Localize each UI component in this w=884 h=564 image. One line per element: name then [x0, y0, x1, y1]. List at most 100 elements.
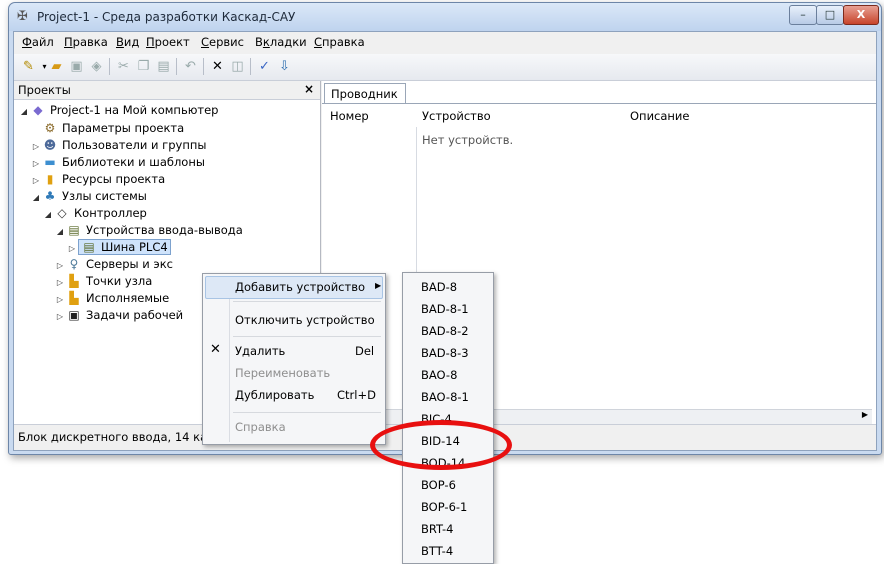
- tree-expanded-icon[interactable]: ◢: [42, 210, 54, 219]
- tree-node-tasks[interactable]: ▷ ▣ Задачи рабочей: [54, 308, 183, 325]
- menu-tabs-rest: ладки: [269, 35, 307, 49]
- column-header-number[interactable]: Номер: [330, 109, 369, 123]
- resources-icon: ▮: [46, 172, 54, 186]
- io-device-icon: ▤: [68, 223, 80, 237]
- submenu-item[interactable]: BAO-8: [421, 368, 457, 382]
- tree-node-project-params[interactable]: ⚙ Параметры проекта: [42, 121, 185, 138]
- tree-node-controller[interactable]: ◢ ◇ Контроллер: [42, 206, 147, 223]
- cut-icon[interactable]: ✂: [115, 58, 132, 75]
- tree-collapsed-icon[interactable]: ▷: [30, 176, 42, 185]
- menu-file[interactable]: Файл: [22, 35, 54, 49]
- tree-collapsed-icon[interactable]: ▷: [54, 261, 66, 270]
- menu-help-rest: правка: [322, 35, 365, 49]
- paste-icon[interactable]: ▤: [155, 58, 172, 75]
- new-item-icon[interactable]: ✎: [20, 58, 37, 75]
- submenu-item[interactable]: BAD-8-2: [421, 324, 469, 338]
- column-header-device[interactable]: Устройство: [422, 109, 491, 123]
- tree-node-libraries[interactable]: ▷ ▬ Библиотеки и шаблоны: [30, 155, 205, 172]
- submenu-item[interactable]: BAD-8: [421, 280, 457, 294]
- tree-node-executables[interactable]: ▷ ▙ Исполняемые: [54, 291, 169, 308]
- highlight-ring: [370, 420, 512, 470]
- submenu-item[interactable]: BTT-4: [421, 544, 453, 558]
- tree-node-io-devices[interactable]: ◢ ▤ Устройства ввода-вывода: [54, 223, 243, 240]
- tree-collapsed-icon[interactable]: ▷: [66, 244, 78, 253]
- users-icon: ☻: [43, 138, 57, 152]
- tree-node-label: Параметры проекта: [62, 121, 185, 135]
- submenu-item[interactable]: BOP-6: [421, 478, 456, 492]
- save-all-icon[interactable]: ◈: [88, 58, 105, 75]
- menu-service[interactable]: Сервис: [201, 35, 244, 49]
- menu-file-mnemonic: Ф: [22, 35, 32, 49]
- tree-collapsed-icon[interactable]: ▷: [54, 312, 66, 321]
- tree-expanded-icon[interactable]: ◢: [54, 227, 66, 236]
- copy-icon[interactable]: ❐: [135, 58, 152, 75]
- download-icon[interactable]: ⇩: [276, 58, 293, 75]
- minimize-button[interactable]: –: [789, 5, 817, 25]
- tree-collapsed-icon[interactable]: ▷: [30, 142, 42, 151]
- tree-node-system-nodes[interactable]: ◢ ♣ Узлы системы: [30, 189, 147, 206]
- submenu-item[interactable]: BRT-4: [421, 522, 453, 536]
- menu-item-disable-device[interactable]: Отключить устройство: [235, 313, 375, 327]
- save-icon[interactable]: ▣: [68, 58, 85, 75]
- submenu-item[interactable]: BAO-8-1: [421, 390, 469, 404]
- tree-node-points[interactable]: ▷ ▙ Точки узла: [54, 274, 152, 291]
- tree-expanded-icon[interactable]: ◢: [30, 193, 42, 202]
- spellcheck-icon[interactable]: ✓: [256, 58, 273, 75]
- undo-icon[interactable]: ↶: [182, 58, 199, 75]
- menu-item-rename: Переименовать: [235, 366, 331, 380]
- menu-item-delete[interactable]: Удалить: [235, 344, 285, 358]
- menu-tabs-mnemonic: к: [262, 35, 270, 49]
- menu-separator: [233, 336, 381, 337]
- shortcut-delete: Del: [355, 344, 375, 358]
- open-folder-icon[interactable]: ▰: [48, 58, 65, 75]
- maximize-button[interactable]: □: [816, 5, 844, 25]
- window-title: Project-1 - Среда разработки Каскад-САУ: [37, 10, 296, 24]
- menu-tabs-pre: В: [255, 35, 263, 49]
- menu-tabs[interactable]: Вкладки: [255, 35, 307, 49]
- column-header-description[interactable]: Описание: [630, 109, 689, 123]
- tree-node-label: Узлы системы: [62, 189, 147, 203]
- tree-node-project[interactable]: ◢ ◆ Project-1 на Мой компьютер: [18, 103, 219, 120]
- delete-icon[interactable]: ✕: [209, 58, 226, 75]
- toolbar-separator: [109, 58, 110, 75]
- title-bar[interactable]: ✠ Project-1 - Среда разработки Каскад-СА…: [9, 3, 881, 31]
- submenu-item[interactable]: BOP-6-1: [421, 500, 467, 514]
- server-icon: ♀: [69, 257, 79, 271]
- menu-item-add-device[interactable]: Добавить устройство: [235, 280, 365, 294]
- menu-item-duplicate[interactable]: Дублировать: [235, 388, 314, 402]
- close-button[interactable]: X: [843, 5, 879, 25]
- submenu-item[interactable]: BAD-8-1: [421, 302, 469, 316]
- menu-project[interactable]: Проект: [146, 35, 190, 49]
- projects-header: Проекты ×: [14, 81, 320, 100]
- scroll-right-icon[interactable]: ▶: [862, 410, 868, 419]
- tree-expanded-icon[interactable]: ◢: [18, 107, 30, 116]
- tree-node-resources[interactable]: ▷ ▮ Ресурсы проекта: [30, 172, 165, 189]
- menu-separator: [233, 412, 381, 413]
- tree-collapsed-icon[interactable]: ▷: [54, 278, 66, 287]
- network-icon: ♣: [44, 189, 56, 203]
- tree-node-users[interactable]: ▷ ☻ Пользователи и группы: [30, 138, 207, 155]
- tree-collapsed-icon[interactable]: ▷: [54, 295, 66, 304]
- submenu-arrow-icon: ▶: [375, 281, 382, 290]
- tree-collapsed-icon[interactable]: ▷: [30, 159, 42, 168]
- properties-icon[interactable]: ◫: [229, 58, 246, 75]
- tree-node-servers[interactable]: ▷ ♀ Серверы и экс: [54, 257, 173, 274]
- menu-item-help: Справка: [235, 420, 286, 434]
- menu-separator: [233, 301, 381, 302]
- menu-help[interactable]: Справка: [314, 35, 365, 49]
- tree-node-plc4-bus[interactable]: ▷ ▤ Шина PLC4: [66, 239, 171, 257]
- panel-close-icon[interactable]: ×: [304, 82, 314, 96]
- submenu-item[interactable]: BAD-8-3: [421, 346, 469, 360]
- tab-explorer[interactable]: Проводник: [324, 83, 406, 104]
- selected-node[interactable]: ▤ Шина PLC4: [78, 239, 171, 255]
- library-icon: ▬: [44, 155, 56, 169]
- menu-view[interactable]: Вид: [116, 35, 139, 49]
- status-text: Блок дискретного ввода, 14 кана: [18, 430, 222, 444]
- menu-service-rest: ервис: [209, 35, 244, 49]
- tree-node-label: Пользователи и группы: [62, 138, 207, 152]
- device-submenu: BAD-8 BAD-8-1 BAD-8-2 BAD-8-3 BAO-8 BAO-…: [402, 272, 494, 564]
- menu-edit[interactable]: Правка: [64, 35, 108, 49]
- controller-icon: ◇: [57, 206, 67, 220]
- tree-node-label: Project-1 на Мой компьютер: [50, 103, 219, 117]
- settings-icon: ⚙: [44, 121, 56, 135]
